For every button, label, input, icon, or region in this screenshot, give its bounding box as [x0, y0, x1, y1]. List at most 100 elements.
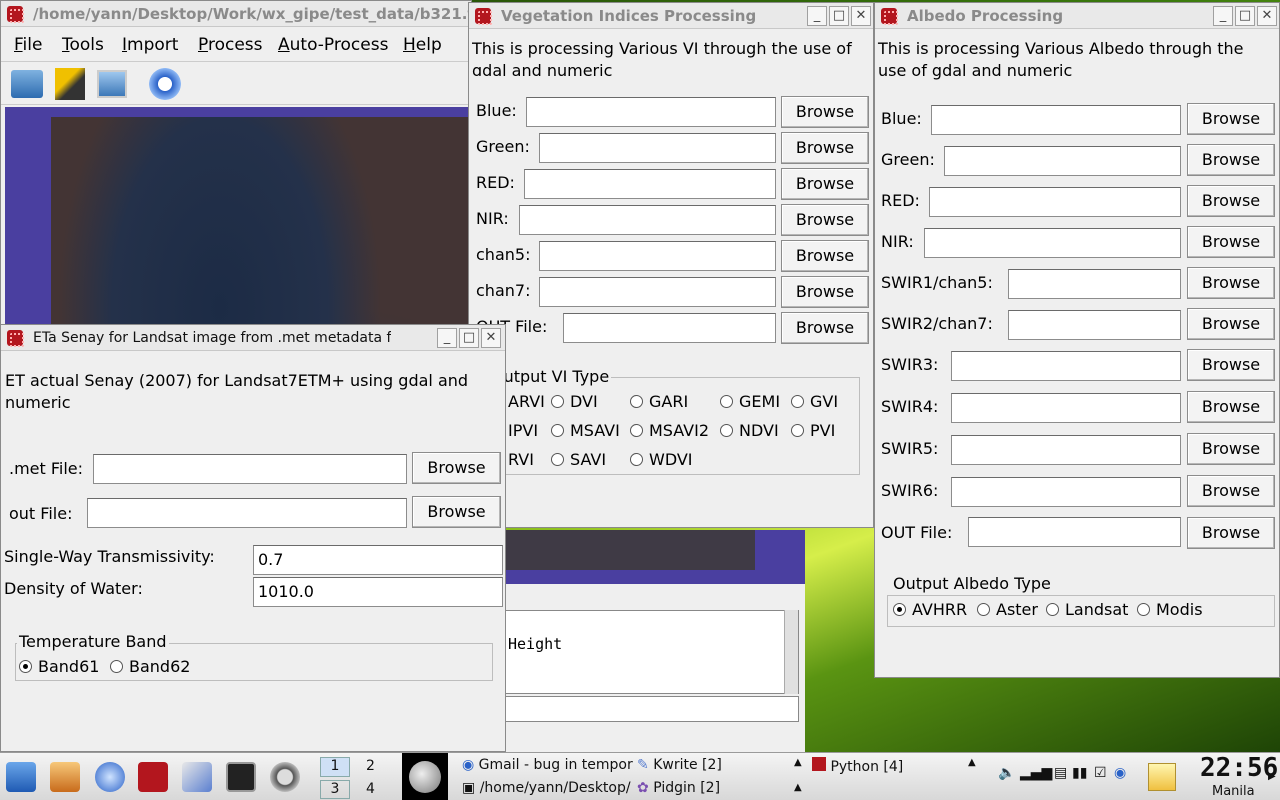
vi-input-blue[interactable] — [526, 97, 776, 127]
maximize-button[interactable]: □ — [1235, 6, 1255, 26]
albedo-input-swir1[interactable] — [1008, 269, 1181, 299]
eta-radio-band61[interactable]: Band61 — [19, 657, 99, 676]
albedo-input-swir3[interactable] — [951, 351, 1181, 381]
vi-browse-chan5[interactable]: Browse — [781, 240, 869, 272]
albedo-input-red[interactable] — [929, 187, 1181, 217]
vi-radio-msavi2[interactable]: MSAVI2 — [630, 421, 709, 440]
albedo-browse-green[interactable]: Browse — [1187, 144, 1275, 176]
vi-input-out[interactable] — [563, 313, 776, 343]
eta-radio-band62[interactable]: Band62 — [110, 657, 190, 676]
vi-radio-gvi[interactable]: GVI — [791, 392, 838, 411]
task-gmail[interactable]: ◉ Gmail - bug in tempor — [462, 757, 633, 773]
albedo-radio-modis[interactable]: Modis — [1137, 600, 1203, 619]
task-pidgin[interactable]: ✿ Pidgin [2] — [637, 780, 720, 796]
display-icon[interactable] — [97, 70, 127, 98]
clock[interactable]: 22:56 — [1200, 753, 1278, 783]
eta-input-met[interactable] — [93, 454, 407, 484]
eta-titlebar[interactable]: ETa Senay for Landsat image from .met me… — [1, 325, 505, 351]
albedo-input-swir2[interactable] — [1008, 310, 1181, 340]
vi-input-nir[interactable] — [519, 205, 776, 235]
printer-icon[interactable] — [11, 70, 43, 98]
albedo-browse-blue[interactable]: Browse — [1187, 103, 1275, 135]
console-scrollbar[interactable] — [784, 610, 798, 694]
vi-input-chan7[interactable] — [539, 277, 776, 307]
chevron-up-icon[interactable]: ▲ — [794, 782, 802, 793]
kde-menu-icon[interactable] — [6, 762, 36, 792]
volume-icon[interactable]: 🔈 — [998, 765, 1015, 781]
albedo-input-green[interactable] — [944, 146, 1181, 176]
vi-radio-savi[interactable]: SAVI — [551, 450, 606, 469]
vi-radio-gemi[interactable]: GEMI — [720, 392, 780, 411]
menu-process[interactable]: Process — [198, 35, 263, 55]
refresh-icon[interactable] — [149, 68, 181, 100]
notes-icon[interactable] — [1148, 763, 1176, 791]
maximize-button[interactable]: □ — [459, 328, 479, 348]
vi-browse-nir[interactable]: Browse — [781, 204, 869, 236]
vi-radio-msavi[interactable]: MSAVI — [551, 421, 620, 440]
albedo-input-blue[interactable] — [931, 105, 1181, 135]
console-textarea[interactable]: Height — [505, 610, 799, 694]
vi-radio-dvi[interactable]: DVI — [551, 392, 598, 411]
vi-radio-ndvi[interactable]: NDVI — [720, 421, 779, 440]
albedo-input-nir[interactable] — [924, 228, 1181, 258]
minimize-button[interactable]: _ — [1213, 6, 1233, 26]
gipe-icon[interactable] — [138, 762, 168, 792]
eta-browse-out[interactable]: Browse — [412, 496, 501, 528]
vi-radio-gari[interactable]: GARI — [630, 392, 688, 411]
close-button[interactable]: ✕ — [1257, 6, 1277, 26]
update-icon[interactable]: ☑ — [1094, 765, 1107, 781]
albedo-browse-swir5[interactable]: Browse — [1187, 433, 1275, 465]
chevron-up-icon[interactable]: ▲ — [968, 757, 976, 768]
close-button[interactable]: ✕ — [481, 328, 501, 348]
pager-desktop-4[interactable]: 4 — [366, 781, 375, 797]
terminal-icon[interactable] — [226, 762, 256, 792]
menu-help[interactable]: Help — [403, 35, 442, 55]
eta-input-density[interactable]: 1010.0 — [253, 577, 503, 607]
vi-input-chan5[interactable] — [539, 241, 776, 271]
chevron-up-icon[interactable]: ▲ — [794, 757, 802, 768]
albedo-browse-swir6[interactable]: Browse — [1187, 475, 1275, 507]
edit-icon[interactable] — [55, 68, 85, 100]
task-kwrite[interactable]: ✎ Kwrite [2] — [637, 757, 722, 773]
task-terminal[interactable]: ▣ /home/yann/Desktop/ — [462, 780, 631, 796]
chevron-right-icon[interactable]: ▶ — [1268, 771, 1276, 782]
klipper-icon[interactable]: ▤ — [1054, 765, 1067, 781]
albedo-radio-avhrr[interactable]: AVHRR — [893, 600, 967, 619]
vi-browse-chan7[interactable]: Browse — [781, 276, 869, 308]
task-python[interactable]: Python [4] — [812, 757, 903, 775]
vi-browse-out[interactable]: Browse — [781, 312, 869, 344]
vi-browse-green[interactable]: Browse — [781, 132, 869, 164]
albedo-radio-aster[interactable]: Aster — [977, 600, 1038, 619]
kwrite-icon[interactable] — [182, 762, 212, 792]
pager-desktop-2[interactable]: 2 — [366, 758, 375, 774]
albedo-radio-landsat[interactable]: Landsat — [1046, 600, 1128, 619]
albedo-titlebar[interactable]: Albedo Processing _ □ ✕ — [875, 3, 1279, 29]
battery-icon[interactable]: ▮▮ — [1072, 765, 1087, 781]
eta-input-out[interactable] — [87, 498, 407, 528]
albedo-browse-swir2[interactable]: Browse — [1187, 308, 1275, 340]
vi-input-red[interactable] — [524, 169, 776, 199]
network-icon[interactable]: ▂▄▆ — [1020, 765, 1052, 781]
menu-import[interactable]: Import — [122, 35, 178, 55]
minimize-button[interactable]: _ — [437, 328, 457, 348]
albedo-browse-swir3[interactable]: Browse — [1187, 349, 1275, 381]
albedo-browse-swir4[interactable]: Browse — [1187, 391, 1275, 423]
close-button[interactable]: ✕ — [851, 6, 871, 26]
albedo-browse-red[interactable]: Browse — [1187, 185, 1275, 217]
vi-browse-red[interactable]: Browse — [781, 168, 869, 200]
albedo-browse-out[interactable]: Browse — [1187, 517, 1275, 549]
r-icon[interactable] — [270, 762, 300, 792]
eta-browse-met[interactable]: Browse — [412, 452, 501, 484]
vi-input-green[interactable] — [539, 133, 776, 163]
eta-input-transmissivity[interactable]: 0.7 — [253, 545, 503, 575]
menu-tools[interactable]: Tools — [62, 35, 104, 55]
vi-titlebar[interactable]: Vegetation Indices Processing _ □ ✕ — [469, 3, 873, 29]
albedo-input-swir4[interactable] — [951, 393, 1181, 423]
home-icon[interactable] — [50, 762, 80, 792]
main-window-titlebar[interactable]: /home/yann/Desktop/Work/wx_gipe/test_dat… — [1, 1, 471, 27]
albedo-browse-swir1[interactable]: Browse — [1187, 267, 1275, 299]
vi-browse-blue[interactable]: Browse — [781, 96, 869, 128]
pager-desktop-1[interactable]: 1 — [320, 757, 350, 777]
menu-auto-process[interactable]: Auto-Process — [278, 35, 388, 55]
albedo-input-out[interactable] — [968, 517, 1181, 547]
